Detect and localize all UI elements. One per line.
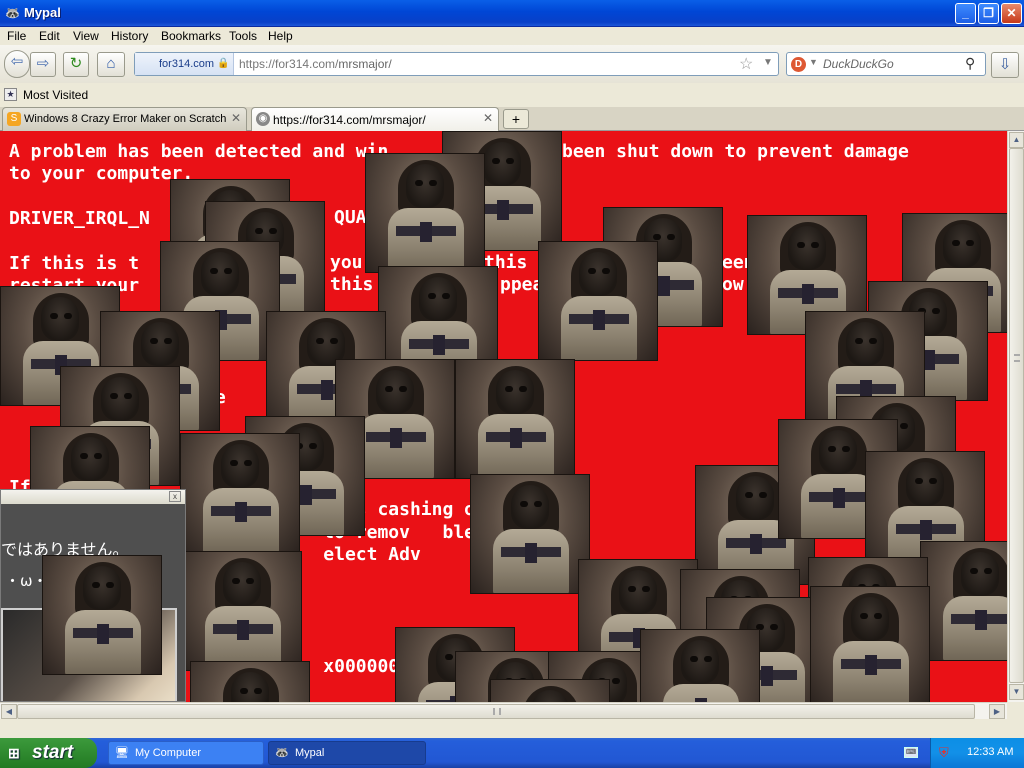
bsod-fragment: you (330, 252, 363, 273)
site-identity-label: for314.com (159, 58, 215, 70)
scary-doll-image (538, 241, 658, 361)
bookmark-most-visited[interactable]: Most Visited (23, 88, 88, 102)
globe-favicon-icon: ◉ (256, 112, 270, 126)
vertical-scroll-thumb[interactable] (1009, 148, 1024, 683)
menu-bookmarks[interactable]: Bookmarks (161, 29, 221, 43)
url-bar[interactable]: for314.com 🔒 https://for314.com/mrsmajor… (134, 52, 779, 76)
url-history-dropdown-icon[interactable]: ▼ (763, 57, 773, 68)
scratch-favicon-icon: S (7, 112, 21, 126)
menu-file[interactable]: File (7, 29, 26, 43)
tab-close-icon[interactable]: ✕ (231, 111, 241, 125)
maximize-button[interactable]: ❐ (978, 3, 999, 24)
bsod-fragment: been shut down to prevent damage (562, 141, 909, 162)
search-engine-dropdown-icon[interactable]: ▼ (809, 57, 818, 67)
taskbar-item-label: Mypal (295, 747, 325, 759)
scary-doll-image (810, 586, 930, 702)
scary-doll-image (365, 153, 485, 273)
scary-doll-image (490, 679, 610, 702)
scary-doll-image (920, 541, 1007, 661)
tab-close-icon[interactable]: ✕ (483, 111, 493, 125)
scary-doll-image (640, 629, 760, 702)
tab-scratch[interactable]: S Windows 8 Crazy Error Maker on Scratch… (2, 107, 247, 131)
scroll-left-arrow-icon[interactable]: ◀ (1, 704, 17, 719)
minimize-button[interactable]: _ (955, 3, 976, 24)
taskbar: ⊞ start 🖥 My Computer 🦝 Mypal ⌨ ⛨ 12:33 … (0, 738, 1024, 768)
url-host: https://for314.com/ (239, 57, 339, 71)
status-bar (0, 719, 1024, 738)
lock-icon: 🔒 (217, 58, 230, 69)
window-title-bar[interactable]: 🦝 Mypal _ ❐ ✕ (0, 0, 1024, 27)
taskbar-item-label: My Computer (135, 747, 202, 759)
tab-strip: S Windows 8 Crazy Error Maker on Scratch… (0, 107, 1024, 132)
bsod-fragment: ppea (500, 274, 544, 295)
scary-doll-image (190, 661, 310, 702)
horizontal-scrollbar[interactable]: ◀ ▶ (0, 702, 1007, 719)
bsod-fragment: this (330, 274, 374, 295)
computer-icon: 🖥 (115, 747, 129, 759)
horizontal-scroll-thumb[interactable] (17, 704, 975, 719)
url-text[interactable]: https://for314.com/mrsmajor/ (239, 57, 392, 71)
back-button[interactable]: ⇦ (4, 50, 30, 78)
mypal-icon: 🦝 (275, 747, 289, 759)
menu-help[interactable]: Help (268, 29, 293, 43)
bookmark-star-icon[interactable]: ☆ (739, 54, 753, 74)
tab-label: Windows 8 Crazy Error Maker on Scratch (24, 113, 227, 125)
windows-logo-icon: ⊞ (8, 745, 20, 761)
mypal-app-icon: 🦝 (5, 6, 20, 20)
menu-view[interactable]: View (73, 29, 99, 43)
vertical-scrollbar[interactable]: ▲ ▼ (1007, 131, 1024, 702)
bsod-fragment: ow (722, 274, 744, 295)
tab-mrsmajor[interactable]: ◉ https://for314.com/mrsmajor/ ✕ (251, 107, 499, 132)
scroll-right-arrow-icon[interactable]: ▶ (989, 704, 1005, 719)
system-tray: ⛨ 12:33 AM (930, 738, 1024, 768)
window-title: Mypal (24, 5, 61, 20)
menu-history[interactable]: History (111, 29, 148, 43)
scrollbar-corner (1007, 702, 1024, 719)
taskbar-item-my-computer[interactable]: 🖥 My Computer (108, 741, 264, 765)
scary-doll-image (470, 474, 590, 594)
scary-doll-image (455, 359, 575, 479)
home-button[interactable]: ⌂ (97, 52, 125, 77)
scroll-down-arrow-icon[interactable]: ▼ (1009, 684, 1024, 700)
start-label: start (32, 742, 74, 763)
scary-doll-image (182, 551, 302, 671)
dialog-title-bar[interactable]: x (1, 490, 185, 504)
url-path: mrsmajor/ (338, 57, 392, 71)
site-identity-button[interactable]: for314.com 🔒 (135, 53, 234, 75)
security-shield-icon[interactable]: ⛨ (939, 746, 953, 760)
scary-doll-image (180, 433, 300, 553)
scroll-up-arrow-icon[interactable]: ▲ (1009, 132, 1024, 148)
reload-button[interactable]: ↻ (63, 52, 89, 77)
bookmarks-toolbar: ★ Most Visited (0, 83, 1024, 107)
scary-doll-image (42, 555, 162, 675)
taskbar-item-mypal[interactable]: 🦝 Mypal (268, 741, 426, 765)
menu-tools[interactable]: Tools (229, 29, 257, 43)
new-tab-button[interactable]: + (503, 109, 529, 129)
most-visited-icon: ★ (4, 88, 17, 101)
search-input[interactable]: DuckDuckGo (823, 57, 894, 71)
search-bar[interactable]: D ▼ DuckDuckGo ⚲ (786, 52, 986, 76)
tab-label: https://for314.com/mrsmajor/ (273, 113, 426, 127)
downloads-button[interactable]: ⇩ (991, 52, 1019, 78)
menu-bar: File Edit View History Bookmarks Tools H… (0, 27, 1024, 45)
dialog-close-button[interactable]: x (169, 491, 181, 502)
start-button[interactable]: ⊞ start (0, 738, 97, 768)
duckduckgo-icon[interactable]: D (791, 57, 806, 72)
forward-button[interactable]: ⇨ (30, 52, 56, 77)
search-icon[interactable]: ⚲ (965, 55, 975, 72)
menu-edit[interactable]: Edit (39, 29, 60, 43)
keyboard-icon[interactable]: ⌨ (904, 747, 918, 758)
clock[interactable]: 12:33 AM (967, 746, 1013, 758)
close-button[interactable]: ✕ (1001, 3, 1022, 24)
